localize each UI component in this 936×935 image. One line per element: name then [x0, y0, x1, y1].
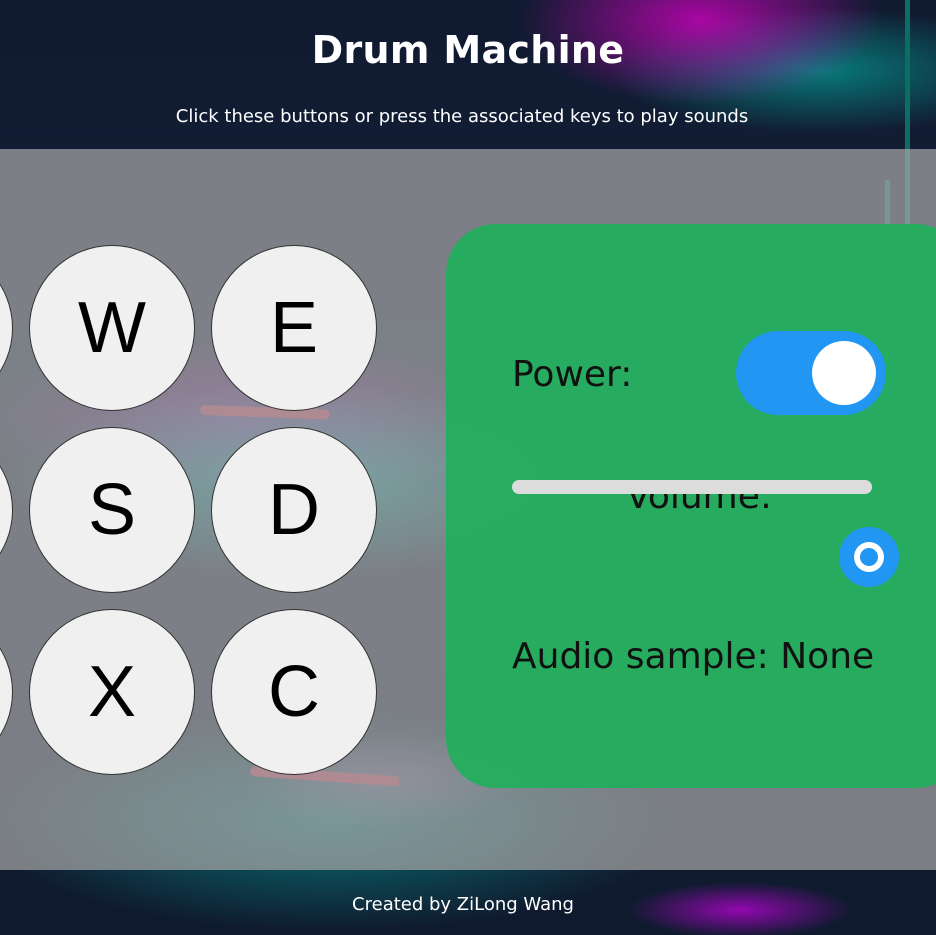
- drum-pad-hidden-top[interactable]: [0, 245, 13, 411]
- drum-machine: W E S D X C Power: Volume: Audio sample:…: [0, 149, 936, 870]
- page-title: Drum Machine: [311, 28, 625, 72]
- power-toggle-knob: [812, 341, 876, 405]
- drum-pad-s[interactable]: S: [29, 427, 195, 593]
- power-label: Power:: [512, 354, 633, 395]
- page-header: Drum Machine Click these buttons or pres…: [0, 0, 936, 149]
- drum-pad-w[interactable]: W: [29, 245, 195, 411]
- footer-credit: Created by ZiLong Wang: [352, 894, 574, 915]
- audio-sample-label: Audio sample:: [512, 636, 769, 677]
- audio-sample-display: Audio sample: None: [512, 636, 874, 677]
- slider-thumb-ring: [854, 542, 884, 572]
- drum-pad-x[interactable]: X: [29, 609, 195, 775]
- drum-pad-d[interactable]: D: [211, 427, 377, 593]
- page-subtitle: Click these buttons or press the associa…: [175, 106, 749, 127]
- drum-pad-hidden-middle[interactable]: [0, 427, 13, 593]
- audio-sample-value: None: [780, 636, 875, 677]
- drum-pad-hidden-bottom[interactable]: [0, 609, 13, 775]
- power-toggle[interactable]: [736, 331, 886, 415]
- volume-slider-thumb[interactable]: [839, 527, 899, 587]
- volume-slider-track[interactable]: [512, 480, 872, 494]
- drum-pad-e[interactable]: E: [211, 245, 377, 411]
- slider-thumb-dot: [860, 548, 878, 566]
- drum-pad-c[interactable]: C: [211, 609, 377, 775]
- controls-panel: Power: Volume: Audio sample: None: [446, 224, 936, 788]
- page-footer: Created by ZiLong Wang: [0, 870, 936, 935]
